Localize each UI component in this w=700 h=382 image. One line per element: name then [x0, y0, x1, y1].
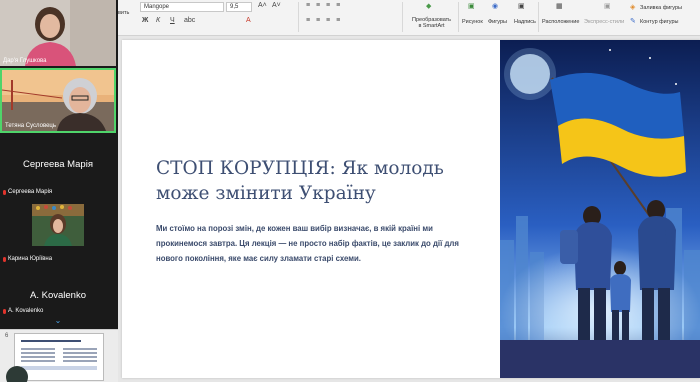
increase-font-icon[interactable]: A˄ — [258, 2, 267, 9]
textbox-button[interactable]: Надпись — [514, 19, 536, 25]
quick-styles-button[interactable]: Экспресс-стили — [584, 19, 624, 25]
picture-icon[interactable]: ▣ — [468, 2, 475, 10]
participant-tile[interactable]: Сергеева Марія Сергеева Марія — [0, 135, 116, 197]
divider — [298, 2, 299, 32]
participant-video — [2, 70, 114, 131]
participant-video — [0, 0, 116, 66]
ukraine-flag-illustration[interactable] — [500, 40, 700, 378]
shapes-button[interactable]: Фигуры — [488, 19, 507, 25]
video-panel: Дар'я Глушкова Тетяна Сусловець Сергеева… — [0, 0, 118, 329]
decrease-font-icon[interactable]: A˅ — [272, 2, 281, 9]
arrange-button[interactable]: Расположение — [542, 19, 579, 25]
muted-mic-icon — [3, 308, 6, 314]
ribbon-toolbar: вить Mangope 9,5 A˄ A˅ Ж К Ч abc A ≡ ≡ ≡… — [118, 0, 700, 36]
picture-button[interactable]: Рисунок — [462, 19, 483, 25]
participant-tile[interactable]: Карина Юріївна — [0, 198, 116, 264]
strikethrough-icon[interactable]: abc — [184, 17, 195, 24]
convert-smartart-button[interactable]: Преобразовать в SmartArt — [412, 17, 451, 29]
divider — [538, 2, 539, 32]
participant-name: Дар'я Глушкова — [3, 58, 47, 64]
participant-name: A. Kovalenko — [3, 308, 43, 314]
slide[interactable]: СТОП КОРУПЦІЯ: Як молодь може змінити Ук… — [122, 40, 700, 378]
screen: Дар'я Глушкова Тетяна Сусловець Сергеева… — [0, 0, 700, 382]
fill-button[interactable]: Заливка фигуры — [640, 5, 682, 11]
font-color-icon[interactable]: A — [246, 17, 251, 24]
arrange-icon[interactable]: ▦ — [556, 2, 563, 10]
smartart-icon[interactable]: ◆ — [426, 2, 431, 10]
divider — [458, 2, 459, 32]
muted-mic-icon — [3, 189, 6, 195]
font-name-select[interactable]: Mangope — [140, 2, 224, 12]
slide-number: 6 — [5, 333, 9, 339]
participant-name: Карина Юріївна — [3, 256, 52, 262]
align-icon[interactable]: ≡ ≡ ≡ ≡ — [306, 17, 342, 24]
participant-tile[interactable]: Дар'я Глушкова — [0, 0, 116, 66]
participant-tile[interactable]: A. Kovalenko A. Kovalenko — [0, 266, 116, 316]
participant-name: Сергеева Марія — [3, 189, 52, 195]
participant-tile-active[interactable]: Тетяна Сусловець — [0, 68, 116, 133]
outline-icon[interactable]: ✎ — [630, 17, 636, 25]
font-size-select[interactable]: 9,5 — [226, 2, 252, 12]
participant-name: Тетяна Сусловець — [5, 123, 56, 129]
italic-button[interactable]: К — [156, 17, 160, 24]
slide-body-text[interactable]: Ми стоїмо на порозі змін, де кожен ваш в… — [156, 221, 486, 266]
underline-button[interactable]: Ч — [170, 17, 175, 24]
shapes-icon[interactable]: ◉ — [492, 2, 498, 10]
floating-action-button[interactable] — [6, 366, 28, 382]
divider — [402, 2, 403, 32]
bullets-icon[interactable]: ≡ ≡ ≡ ≡ — [306, 2, 342, 9]
participant-video — [0, 198, 116, 264]
outline-button[interactable]: Контур фигуры — [640, 19, 678, 25]
quick-styles-icon[interactable]: ▣ — [604, 2, 611, 10]
chevron-down-icon[interactable]: ⌄ — [50, 316, 66, 326]
slide-title[interactable]: СТОП КОРУПЦІЯ: Як молодь може змінити Ук… — [156, 156, 496, 206]
participant-display-name: Сергеева Марія — [23, 159, 93, 170]
bold-button[interactable]: Ж — [142, 17, 148, 24]
muted-mic-icon — [3, 256, 6, 262]
textbox-icon[interactable]: ▣ — [518, 2, 525, 10]
fill-icon[interactable]: ◈ — [630, 3, 635, 11]
participant-display-name: A. Kovalenko — [30, 290, 86, 301]
ribbon-label: вить — [118, 10, 130, 16]
